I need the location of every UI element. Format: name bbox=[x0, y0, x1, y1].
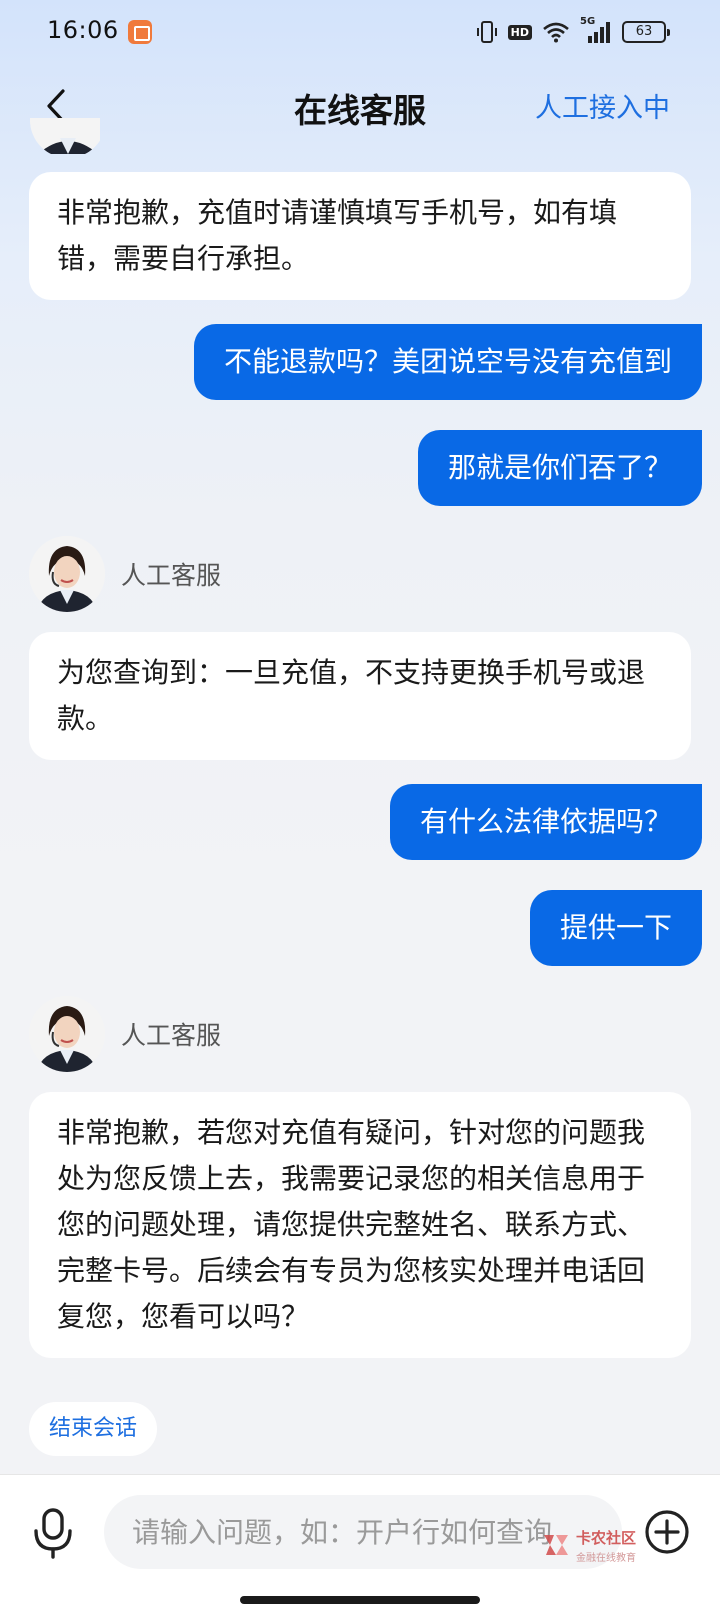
notification-app-icon bbox=[128, 20, 152, 44]
user-message: 有什么法律依据吗？ bbox=[389, 784, 702, 860]
agent-header: 人工客服 bbox=[29, 536, 221, 612]
agent-name: 人工客服 bbox=[121, 561, 222, 590]
agent-name: 人工客服 bbox=[121, 1021, 222, 1050]
user-message: 不能退款吗？美团说空号没有充值到 bbox=[193, 324, 702, 400]
nav-header: 在线客服 人工接入中 bbox=[0, 64, 720, 148]
status-bar: 16:06 HD 5G 63 bbox=[0, 0, 720, 64]
status-indicators: HD 5G 63 bbox=[476, 16, 670, 46]
agent-message: 非常抱歉，若您对充值有疑问，针对您的问题我处为您反馈上去，我需要记录您的相关信息… bbox=[29, 1092, 691, 1358]
hd-badge: HD bbox=[507, 24, 532, 40]
signal-icon: 5G bbox=[580, 16, 612, 44]
agent-header: 人工客服 bbox=[29, 996, 221, 1072]
agent-status-link[interactable]: 人工接入中 bbox=[535, 86, 670, 125]
end-chat-button[interactable]: 结束会话 bbox=[29, 1402, 158, 1456]
voice-button[interactable] bbox=[30, 1507, 76, 1559]
watermark-logo: 卡农社区 金融在线教育 bbox=[540, 1525, 664, 1573]
input-bar: 卡农社区 金融在线教育 bbox=[0, 1474, 720, 1612]
agent-message: 非常抱歉，充值时请谨慎填写手机号，如有填错，需要自行承担。 bbox=[29, 172, 691, 300]
agent-avatar bbox=[29, 536, 105, 612]
battery-indicator: 63 bbox=[622, 21, 670, 43]
watermark-icon bbox=[544, 1535, 568, 1555]
user-message: 那就是你们吞了？ bbox=[417, 430, 702, 506]
wifi-icon bbox=[543, 22, 569, 43]
agent-avatar-partial bbox=[30, 118, 100, 154]
agent-avatar bbox=[29, 996, 105, 1072]
status-time: 16:06 bbox=[47, 16, 119, 44]
watermark-subtitle: 金融在线教育 bbox=[576, 1553, 636, 1564]
home-indicator[interactable] bbox=[240, 1596, 480, 1604]
vibrate-icon bbox=[476, 21, 497, 43]
microphone-icon bbox=[34, 1508, 72, 1559]
watermark-title: 卡农社区 bbox=[576, 1529, 637, 1547]
user-message: 提供一下 bbox=[529, 890, 702, 966]
agent-message: 为您查询到：一旦充值，不支持更换手机号或退款。 bbox=[29, 632, 691, 760]
